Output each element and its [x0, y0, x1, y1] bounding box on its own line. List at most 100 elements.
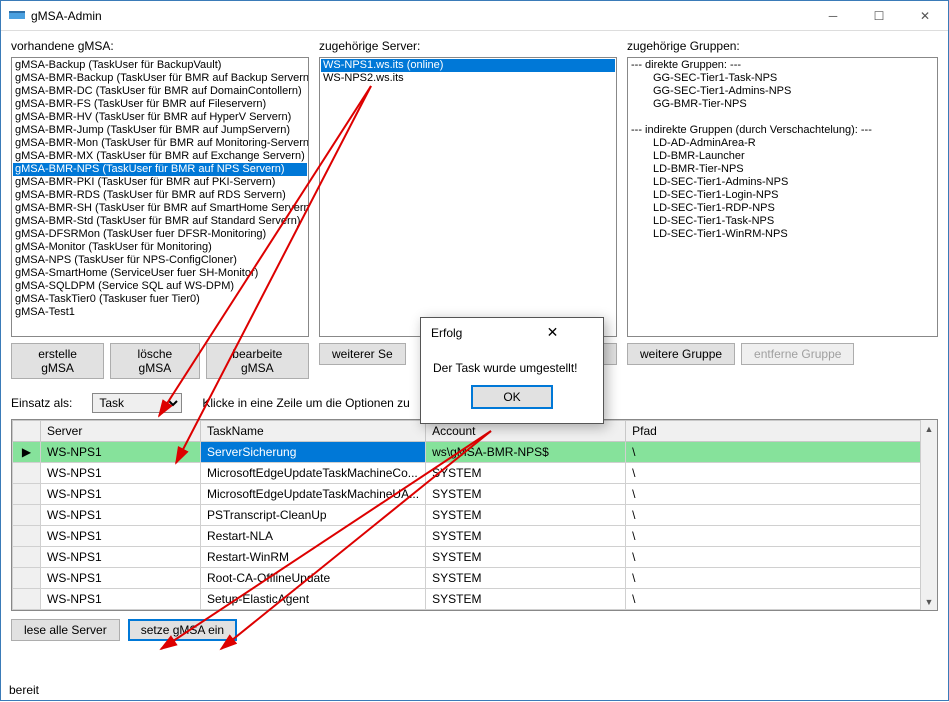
dialog-ok-button[interactable]: OK	[471, 385, 552, 409]
create-gmsa-button[interactable]: erstelle gMSA	[11, 343, 104, 379]
cell-pfad[interactable]: \	[626, 484, 937, 505]
table-row[interactable]: WS-NPS1Root-CA-OfflineUpdateSYSTEM\	[13, 568, 937, 589]
minimize-button[interactable]: ─	[810, 1, 856, 30]
cell-pfad[interactable]: \	[626, 442, 937, 463]
cell-server[interactable]: WS-NPS1	[41, 589, 201, 610]
delete-gmsa-button[interactable]: lösche gMSA	[110, 343, 200, 379]
gmsa-item[interactable]: gMSA-BMR-RDS (TaskUser für BMR auf RDS S…	[13, 189, 307, 202]
gmsa-item[interactable]: gMSA-DFSRMon (TaskUser fuer DFSR-Monitor…	[13, 228, 307, 241]
gmsa-item[interactable]: gMSA-SQLDPM (Service SQL auf WS-DPM)	[13, 280, 307, 293]
grid-header-server[interactable]: Server	[41, 421, 201, 442]
cell-server[interactable]: WS-NPS1	[41, 463, 201, 484]
cell-task[interactable]: PSTranscript-CleanUp	[201, 505, 426, 526]
gruppe-item[interactable]: LD-SEC-Tier1-Login-NPS	[629, 189, 936, 202]
task-grid[interactable]: Server TaskName Account Pfad ▶WS-NPS1Ser…	[11, 419, 938, 611]
gmsa-item[interactable]: gMSA-SmartHome (ServiceUser fuer SH-Moni…	[13, 267, 307, 280]
cell-server[interactable]: WS-NPS1	[41, 526, 201, 547]
scroll-up-icon[interactable]: ▲	[921, 420, 937, 437]
cell-task[interactable]: Setup-ElasticAgent	[201, 589, 426, 610]
add-group-button[interactable]: weitere Gruppe	[627, 343, 735, 365]
cell-task[interactable]: Restart-WinRM	[201, 547, 426, 568]
table-row[interactable]: WS-NPS1MicrosoftEdgeUpdateTaskMachineUA.…	[13, 484, 937, 505]
table-row[interactable]: WS-NPS1Restart-WinRMSYSTEM\	[13, 547, 937, 568]
table-row[interactable]: WS-NPS1Setup-ElasticAgentSYSTEM\	[13, 589, 937, 610]
cell-account[interactable]: SYSTEM	[426, 463, 626, 484]
cell-server[interactable]: WS-NPS1	[41, 547, 201, 568]
gmsa-item[interactable]: gMSA-BMR-NPS (TaskUser für BMR auf NPS S…	[13, 163, 307, 176]
gruppe-item[interactable]: LD-AD-AdminArea-R	[629, 137, 936, 150]
gmsa-item[interactable]: gMSA-BMR-Std (TaskUser für BMR auf Stand…	[13, 215, 307, 228]
cell-pfad[interactable]: \	[626, 568, 937, 589]
grid-header-pfad[interactable]: Pfad	[626, 421, 937, 442]
gruppe-item[interactable]: LD-SEC-Tier1-WinRM-NPS	[629, 228, 936, 241]
cell-account[interactable]: SYSTEM	[426, 505, 626, 526]
server-listbox[interactable]: WS-NPS1.ws.its (online)WS-NPS2.ws.its	[319, 57, 617, 337]
grid-header-rowselector[interactable]	[13, 421, 41, 442]
cell-account[interactable]: SYSTEM	[426, 526, 626, 547]
gmsa-item[interactable]: gMSA-Test1	[13, 306, 307, 319]
gmsa-item[interactable]: gMSA-BMR-DC (TaskUser für BMR auf Domain…	[13, 85, 307, 98]
gmsa-item[interactable]: gMSA-BMR-Mon (TaskUser für BMR auf Monit…	[13, 137, 307, 150]
gruppe-item[interactable]: LD-BMR-Tier-NPS	[629, 163, 936, 176]
cell-server[interactable]: WS-NPS1	[41, 505, 201, 526]
table-row[interactable]: WS-NPS1Restart-NLASYSTEM\	[13, 526, 937, 547]
grid-header-task[interactable]: TaskName	[201, 421, 426, 442]
cell-pfad[interactable]: \	[626, 526, 937, 547]
server-item[interactable]: WS-NPS1.ws.its (online)	[321, 59, 615, 72]
gmsa-item[interactable]: gMSA-BMR-MX (TaskUser für BMR auf Exchan…	[13, 150, 307, 163]
gruppe-item[interactable]: LD-SEC-Tier1-Admins-NPS	[629, 176, 936, 189]
cell-pfad[interactable]: \	[626, 505, 937, 526]
gruppe-item[interactable]: GG-SEC-Tier1-Task-NPS	[629, 72, 936, 85]
cell-server[interactable]: WS-NPS1	[41, 442, 201, 463]
cell-task[interactable]: ServerSicherung	[201, 442, 426, 463]
gmsa-item[interactable]: gMSA-Backup (TaskUser für BackupVault)	[13, 59, 307, 72]
table-row[interactable]: WS-NPS1PSTranscript-CleanUpSYSTEM\	[13, 505, 937, 526]
gmsa-item[interactable]: gMSA-BMR-PKI (TaskUser für BMR auf PKI-S…	[13, 176, 307, 189]
cell-task[interactable]: MicrosoftEdgeUpdateTaskMachineCo...	[201, 463, 426, 484]
gruppen-listbox[interactable]: --- direkte Gruppen: ---GG-SEC-Tier1-Tas…	[627, 57, 938, 337]
gmsa-listbox[interactable]: gMSA-Backup (TaskUser für BackupVault)gM…	[11, 57, 309, 337]
cell-pfad[interactable]: \	[626, 589, 937, 610]
set-gmsa-button[interactable]: setze gMSA ein	[128, 619, 237, 641]
gmsa-item[interactable]: gMSA-BMR-FS (TaskUser für BMR auf Filese…	[13, 98, 307, 111]
gmsa-item[interactable]: gMSA-NPS (TaskUser für NPS-ConfigCloner)	[13, 254, 307, 267]
grid-scrollbar[interactable]: ▲ ▼	[920, 420, 937, 610]
maximize-button[interactable]: ☐	[856, 1, 902, 30]
gmsa-item[interactable]: gMSA-BMR-Jump (TaskUser für BMR auf Jump…	[13, 124, 307, 137]
remove-group-button[interactable]: entferne Gruppe	[741, 343, 854, 365]
cell-task[interactable]: Root-CA-OfflineUpdate	[201, 568, 426, 589]
einsatz-select[interactable]: Task	[92, 393, 182, 413]
cell-account[interactable]: SYSTEM	[426, 484, 626, 505]
cell-pfad[interactable]: \	[626, 463, 937, 484]
gruppe-item[interactable]	[629, 111, 936, 124]
cell-account[interactable]: ws\gMSA-BMR-NPS$	[426, 442, 626, 463]
gruppe-item[interactable]: --- indirekte Gruppen (durch Verschachte…	[629, 124, 936, 137]
gruppe-item[interactable]: LD-SEC-Tier1-RDP-NPS	[629, 202, 936, 215]
cell-pfad[interactable]: \	[626, 547, 937, 568]
gruppe-item[interactable]: GG-BMR-Tier-NPS	[629, 98, 936, 111]
server-item[interactable]: WS-NPS2.ws.its	[321, 72, 615, 85]
table-row[interactable]: WS-NPS1MicrosoftEdgeUpdateTaskMachineCo.…	[13, 463, 937, 484]
cell-task[interactable]: MicrosoftEdgeUpdateTaskMachineUA...	[201, 484, 426, 505]
cell-server[interactable]: WS-NPS1	[41, 484, 201, 505]
scroll-down-icon[interactable]: ▼	[921, 593, 937, 610]
cell-server[interactable]: WS-NPS1	[41, 568, 201, 589]
cell-account[interactable]: SYSTEM	[426, 589, 626, 610]
add-server-button[interactable]: weiterer Se	[319, 343, 406, 365]
gmsa-item[interactable]: gMSA-Monitor (TaskUser für Monitoring)	[13, 241, 307, 254]
cell-task[interactable]: Restart-NLA	[201, 526, 426, 547]
gruppe-item[interactable]: GG-SEC-Tier1-Admins-NPS	[629, 85, 936, 98]
gmsa-item[interactable]: gMSA-BMR-Backup (TaskUser für BMR auf Ba…	[13, 72, 307, 85]
edit-gmsa-button[interactable]: bearbeite gMSA	[206, 343, 309, 379]
cell-account[interactable]: SYSTEM	[426, 547, 626, 568]
table-row[interactable]: ▶WS-NPS1ServerSicherungws\gMSA-BMR-NPS$\	[13, 442, 937, 463]
gmsa-item[interactable]: gMSA-TaskTier0 (Taskuser fuer Tier0)	[13, 293, 307, 306]
gmsa-item[interactable]: gMSA-BMR-HV (TaskUser für BMR auf HyperV…	[13, 111, 307, 124]
dialog-close-icon[interactable]: ✕	[512, 324, 593, 341]
gruppe-item[interactable]: --- direkte Gruppen: ---	[629, 59, 936, 72]
cell-account[interactable]: SYSTEM	[426, 568, 626, 589]
read-all-servers-button[interactable]: lese alle Server	[11, 619, 120, 641]
gruppe-item[interactable]: LD-BMR-Launcher	[629, 150, 936, 163]
gruppe-item[interactable]: LD-SEC-Tier1-Task-NPS	[629, 215, 936, 228]
gmsa-item[interactable]: gMSA-BMR-SH (TaskUser für BMR auf SmartH…	[13, 202, 307, 215]
